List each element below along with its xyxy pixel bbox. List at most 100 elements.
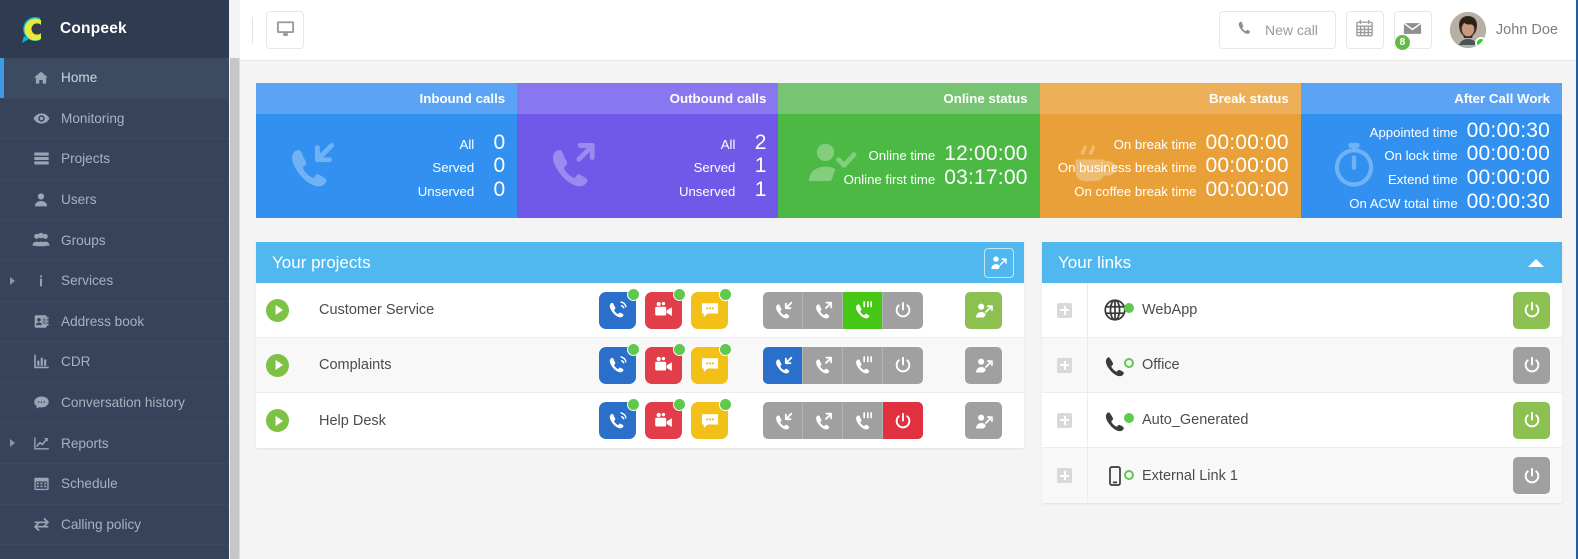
stat-label: Served	[693, 160, 736, 176]
sidebar-item-projects[interactable]: Projects	[0, 139, 229, 180]
sidebar-item-home[interactable]: Home	[0, 58, 229, 99]
stat-label: Online time	[868, 148, 936, 164]
avatar	[1449, 12, 1486, 48]
sidebar-item-calling-policy[interactable]: Calling policy	[0, 505, 229, 546]
sidebar-item-users[interactable]: Users	[0, 180, 229, 221]
channel-chat-button[interactable]	[691, 342, 732, 384]
channel-video-camera-button[interactable]	[645, 398, 686, 439]
sidebar-item-cdr[interactable]: CDR	[0, 342, 229, 383]
phone-active-button[interactable]	[843, 291, 883, 329]
play-icon[interactable]	[266, 409, 289, 432]
mobile-icon	[1088, 464, 1142, 488]
channel-phone-ring-button[interactable]	[599, 342, 640, 384]
stat-value: 00:00:00	[1205, 130, 1289, 154]
sidebar-item-groups[interactable]: Groups	[0, 220, 229, 261]
sidebar-item-services[interactable]: Services	[0, 261, 229, 302]
stat-value: 1	[754, 177, 767, 201]
expand-link-button[interactable]	[1042, 337, 1088, 393]
caret-up-icon[interactable]	[1528, 258, 1544, 267]
link-row: WebApp	[1042, 282, 1562, 338]
sidebar-scrollbar[interactable]	[229, 58, 240, 559]
users-icon	[30, 231, 52, 249]
stat-card-body: All 0 Served 0 Unserved 0	[256, 114, 518, 218]
sidebar-item-reports[interactable]: Reports	[0, 423, 229, 464]
phone-incoming-button[interactable]	[763, 291, 803, 329]
sidebar-scrollbar-thumb[interactable]	[230, 58, 239, 559]
agent-transfer-icon[interactable]	[984, 247, 1014, 278]
stat-row: On lock time 00:00:00	[1349, 142, 1550, 166]
sidebar-item-label: Schedule	[61, 476, 118, 492]
status-dot-icon	[627, 287, 640, 301]
link-row: Office	[1042, 337, 1562, 393]
plus-icon	[1057, 302, 1072, 318]
agent-transfer-icon[interactable]	[965, 346, 1002, 384]
globe-icon	[1088, 297, 1142, 323]
phone-outgoing-button[interactable]	[803, 402, 843, 439]
sidebar-item-label: Services	[61, 273, 114, 289]
channel-chat-button[interactable]	[691, 398, 732, 439]
power-button[interactable]	[883, 402, 923, 439]
desktop-button[interactable]	[266, 11, 304, 49]
link-name: Office	[1142, 357, 1180, 373]
power-icon[interactable]	[1513, 457, 1550, 494]
channel-buttons	[599, 342, 732, 384]
calendar-icon	[30, 475, 52, 492]
user-menu[interactable]: John Doe	[1449, 12, 1558, 48]
channel-phone-ring-button[interactable]	[599, 287, 640, 329]
channel-phone-ring-button[interactable]	[599, 398, 640, 439]
app-root: Conpeek Home Monitoring Projects Users Group…	[0, 0, 1578, 559]
phone-outgoing-icon	[545, 139, 597, 194]
sidebar-item-address-book[interactable]: Address book	[0, 302, 229, 343]
status-dot-icon	[719, 287, 732, 301]
expand-link-button[interactable]	[1042, 282, 1088, 338]
channel-buttons	[599, 287, 732, 329]
info-icon	[30, 274, 52, 288]
phone-active-button[interactable]	[843, 346, 883, 384]
phone-incoming-button[interactable]	[763, 346, 803, 384]
status-dot-icon	[627, 398, 640, 411]
calendar-button[interactable]	[1345, 11, 1384, 49]
sidebar-item-monitoring[interactable]: Monitoring	[0, 99, 229, 140]
stat-row: All 0	[418, 131, 506, 155]
stat-card-body: On break time 00:00:00 On business break t…	[1039, 114, 1301, 218]
stat-card-body: All 2 Served 1 Unserved 1	[517, 114, 779, 218]
phone-active-button[interactable]	[843, 402, 883, 439]
expand-link-button[interactable]	[1042, 392, 1088, 448]
channel-video-camera-button[interactable]	[645, 287, 686, 329]
sidebar-item-label: Groups	[61, 232, 106, 248]
power-icon[interactable]	[1513, 346, 1550, 384]
stat-rows: All 2 Served 1 Unserved 1	[679, 131, 766, 202]
user-icon	[30, 192, 52, 208]
projects-panel-header: Your projects	[256, 242, 1024, 283]
expand-link-button[interactable]	[1042, 448, 1088, 503]
agent-transfer-icon[interactable]	[965, 291, 1002, 329]
phone-outgoing-button[interactable]	[803, 291, 843, 329]
stat-row: Online time 12:00:00	[844, 142, 1028, 166]
stat-row: On break time 00:00:00	[1058, 131, 1289, 155]
channel-chat-button[interactable]	[691, 287, 732, 329]
power-icon[interactable]	[1513, 401, 1550, 439]
stat-row: On business break time 00:00:00	[1058, 154, 1289, 178]
phone-incoming-icon	[284, 139, 336, 194]
links-panel-title: Your links	[1058, 252, 1132, 272]
power-icon[interactable]	[1513, 291, 1550, 329]
phone-outgoing-button[interactable]	[803, 346, 843, 384]
new-call-button[interactable]: New call	[1219, 11, 1336, 49]
stat-label: Online first time	[843, 172, 936, 187]
plus-icon	[1057, 468, 1072, 483]
stat-row: On coffee break time 00:00:00	[1058, 178, 1289, 202]
brand[interactable]: Conpeek	[0, 0, 229, 58]
phone-incoming-button[interactable]	[763, 402, 803, 439]
sidebar-item-label: Users	[61, 192, 97, 208]
agent-transfer-icon[interactable]	[965, 402, 1002, 439]
stat-value: 0	[493, 154, 506, 178]
power-button[interactable]	[883, 291, 923, 329]
stat-card-online-status: Online status Online time 12:00:00 Online f…	[778, 83, 1040, 218]
play-icon[interactable]	[266, 353, 289, 377]
sidebar-item-conversation-history[interactable]: Conversation history	[0, 383, 229, 424]
sidebar-item-schedule[interactable]: Schedule	[0, 464, 229, 505]
messages-button[interactable]: 8	[1393, 11, 1432, 51]
channel-video-camera-button[interactable]	[645, 342, 686, 384]
play-icon[interactable]	[266, 298, 289, 322]
power-button[interactable]	[883, 346, 923, 384]
